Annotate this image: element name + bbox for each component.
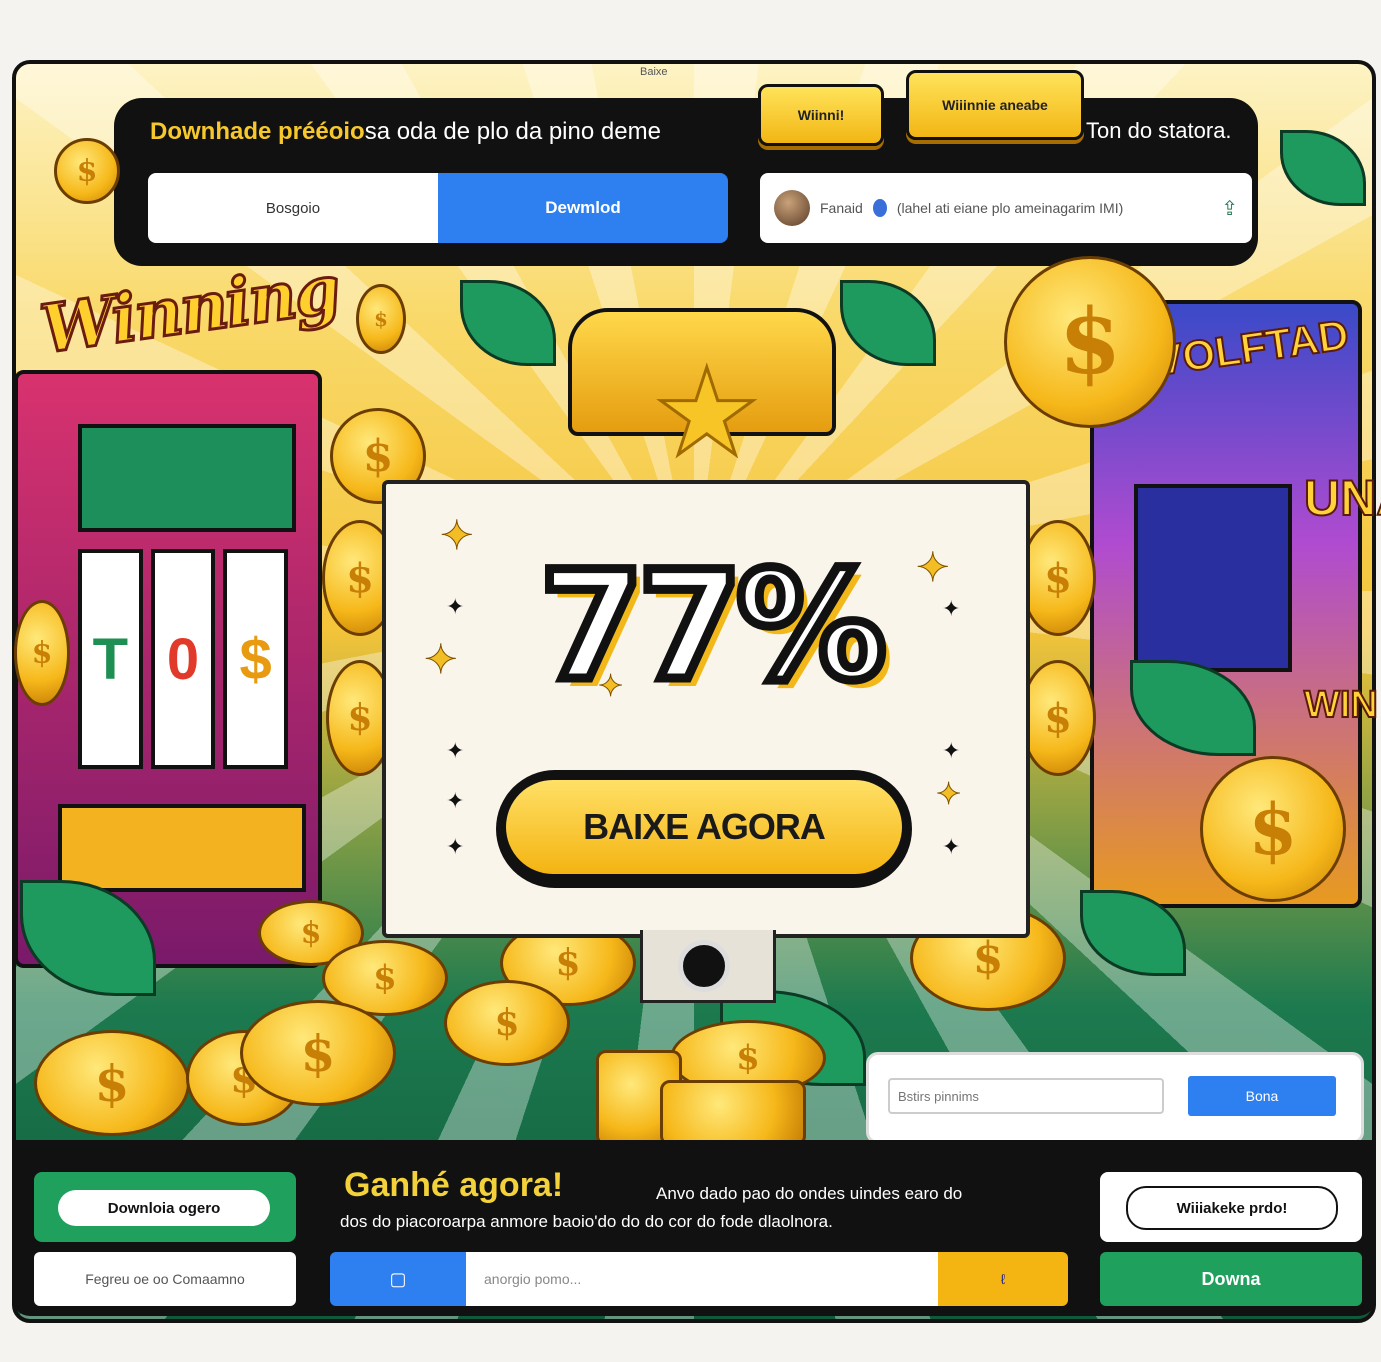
download-segment: Bosgoio Dewmlod — [148, 173, 728, 243]
field-label[interactable]: Fegreu oe oo Comaamno — [34, 1252, 296, 1306]
coin-icon: $ — [54, 138, 120, 204]
slot-screen — [78, 424, 296, 532]
promo-input[interactable]: anorgio pomo... — [466, 1252, 938, 1306]
home-button-icon[interactable] — [678, 940, 730, 992]
coin-icon: $ — [1004, 256, 1176, 428]
search-button[interactable]: Bona — [1188, 1076, 1336, 1116]
sparkle-icon: ✦ — [424, 638, 459, 682]
withdraw-card: Wiiiakeke prdo! — [1100, 1172, 1362, 1242]
slot-reels: T 0 $ — [78, 549, 289, 769]
download-card: Downloia ogero — [34, 1172, 296, 1242]
bonus-percent: 77% — [535, 536, 891, 719]
download-tab[interactable]: Dewmlod — [438, 173, 728, 243]
submit-icon[interactable]: ℓ — [938, 1252, 1068, 1306]
share-text: (lahel ati eiane plo ameinagarim IMI) — [896, 200, 1124, 216]
coin-icon: $ — [1020, 660, 1096, 776]
search-input[interactable] — [888, 1078, 1164, 1114]
withdraw-button[interactable]: Wiiiakeke prdo! — [1126, 1186, 1338, 1230]
coin-icon: $ — [34, 1030, 190, 1136]
sparkle-icon: ✦ — [942, 738, 961, 763]
segment-option-left[interactable]: Bosgoio — [148, 173, 438, 243]
headline-highlight: Downhade prééoio — [150, 118, 365, 145]
coin-icon: $ — [14, 600, 70, 706]
treasure-chest: ★ — [548, 268, 848, 475]
sparkle-icon: ✦ — [446, 788, 465, 813]
description-line-1: Anvo dado pao do ondes uindes earo do — [656, 1184, 963, 1203]
headline-rest: sa oda de plo da pino deme — [364, 118, 661, 145]
sparkle-icon: ✦ — [935, 778, 962, 811]
checkbox-icon[interactable]: ▢ — [330, 1252, 466, 1306]
win-sign: WIN — [1303, 683, 1379, 727]
sparkle-icon: ✦ — [446, 738, 465, 763]
coin-icon: $ — [1020, 520, 1096, 636]
coin-icon: $ — [240, 1000, 396, 1106]
reel-1: T — [78, 549, 143, 769]
winning-button[interactable]: Wiinni! — [758, 84, 884, 146]
download-now-button[interactable]: Downloia ogero — [58, 1190, 270, 1226]
verified-icon — [872, 199, 887, 217]
header-tagline: Ton do statora. — [1086, 118, 1232, 143]
sparkle-icon: ✦ — [446, 834, 465, 859]
reel-3: $ — [223, 549, 289, 769]
jackpot-sign: VOLFTAD — [1151, 310, 1353, 386]
coin-icon: $ — [1200, 756, 1346, 902]
winning-reward-button[interactable]: Wiiinnie aneabe — [906, 70, 1084, 140]
sparkle-icon: ✦ — [446, 594, 465, 619]
baixe-agora-label: BAIXE AGORA — [506, 780, 902, 874]
coin-stack — [660, 1080, 806, 1146]
titlebar: Baixe — [640, 66, 668, 78]
avatar — [774, 190, 810, 226]
coin-icon: $ — [356, 284, 406, 354]
star-icon: ★ — [652, 346, 763, 480]
slot-panel — [1134, 484, 1292, 672]
sparkle-icon: ✦ — [942, 834, 961, 859]
baixe-agora-button[interactable]: BAIXE AGORA — [496, 770, 912, 888]
description-line-2: dos do piacoroarpa anmore baoio'do do do… — [340, 1212, 833, 1231]
upload-icon[interactable]: ⇪ — [1221, 196, 1238, 221]
sparkle-icon: ✦ — [440, 514, 475, 558]
una-sign: UNA — [1303, 469, 1381, 527]
download-button[interactable]: Downa — [1100, 1252, 1362, 1306]
coin-icon: $ — [444, 980, 570, 1066]
header-headline: Downhade prééoiosa oda de plo da pino de… — [150, 118, 661, 146]
ganhe-heading: Ganhé agora! — [344, 1166, 564, 1204]
promo-input-bar: ▢ anorgio pomo... ℓ — [330, 1252, 1068, 1306]
share-bar: Fanaid (lahel ati eiane plo ameinagarim … — [760, 173, 1252, 243]
reel-2: 0 — [150, 549, 216, 769]
share-name: Fanaid — [820, 200, 863, 216]
titlebar-text: Baixe — [640, 66, 668, 78]
slot-base — [58, 804, 306, 892]
